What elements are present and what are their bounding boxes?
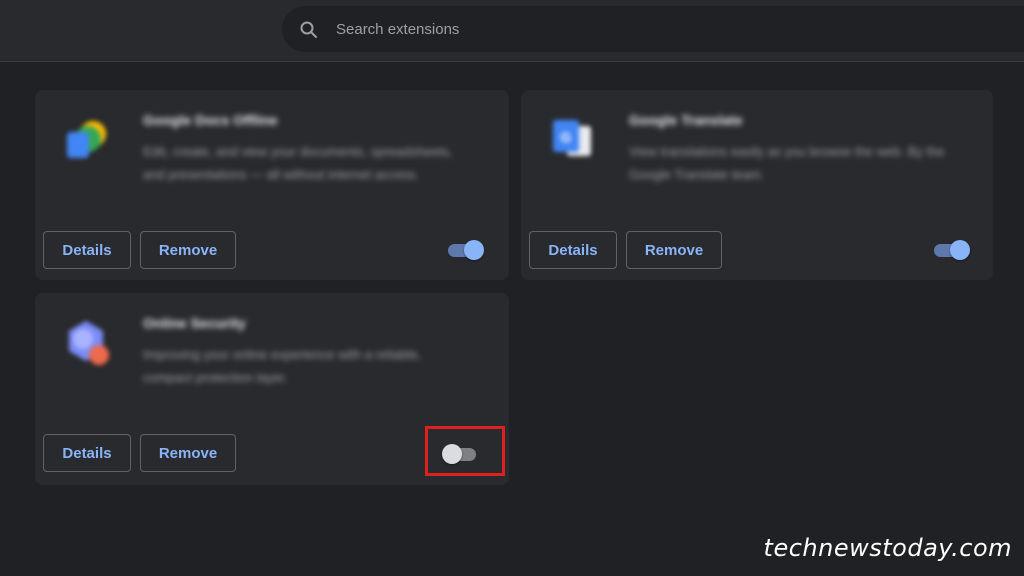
extension-description: Edit, create, and view your documents, s… [143,144,453,182]
remove-button[interactable]: Remove [140,434,236,472]
highlight-annotation-box [425,426,505,476]
details-button[interactable]: Details [529,231,617,269]
extension-description: View translations easily as you browse t… [629,144,945,182]
extension-card-google-docs-offline: Google Docs Offline Edit, create, and vi… [35,90,509,280]
search-input[interactable] [336,16,936,42]
remove-button[interactable]: Remove [140,231,236,269]
extension-card-google-translate: G Google Translate View translations eas… [521,90,993,280]
search-icon[interactable] [299,20,319,40]
online-security-icon [69,321,109,365]
extension-description: Improving your online experience with a … [143,347,422,385]
details-button[interactable]: Details [43,231,131,269]
top-toolbar [0,0,1024,62]
remove-button[interactable]: Remove [626,231,722,269]
svg-text:G: G [561,129,572,145]
extension-enable-toggle[interactable] [932,239,970,261]
watermark: technewstoday.com [763,534,1012,562]
extension-name: Google Docs Offline [143,112,278,128]
toggle-knob [950,240,970,260]
google-docs-offline-icon [67,121,106,158]
extension-name: Google Translate [629,112,743,128]
toggle-knob [464,240,484,260]
google-translate-icon: G [553,120,591,156]
extension-name: Online Security [143,315,246,331]
details-button[interactable]: Details [43,434,131,472]
search-bar[interactable] [282,6,1024,52]
extension-enable-toggle[interactable] [446,239,484,261]
